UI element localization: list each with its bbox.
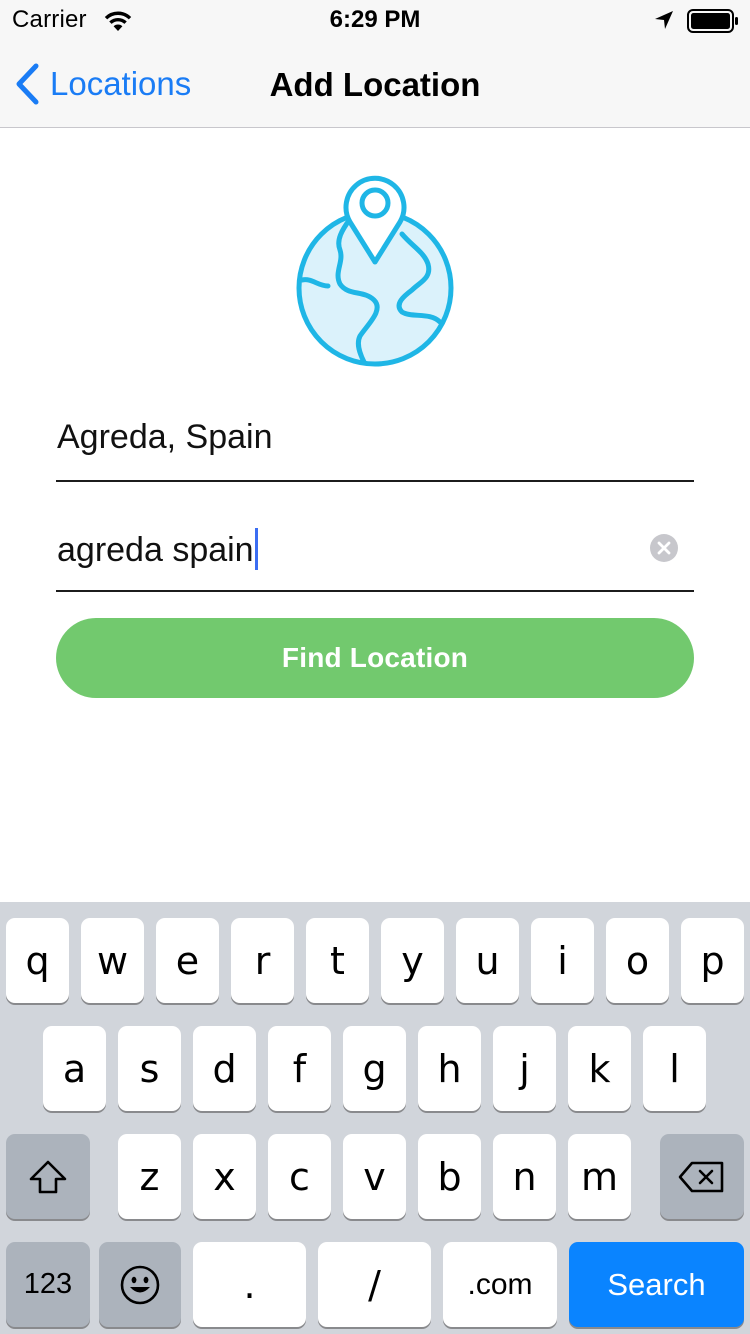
key-x[interactable]: x	[193, 1134, 256, 1219]
key-y[interactable]: y	[381, 918, 444, 1003]
search-input-value: agreda spain	[57, 531, 254, 569]
key-u[interactable]: u	[456, 918, 519, 1003]
find-location-button[interactable]: Find Location	[56, 618, 694, 698]
key-m[interactable]: m	[568, 1134, 631, 1219]
key-j[interactable]: j	[493, 1026, 556, 1111]
status-time: 6:29 PM	[329, 6, 421, 33]
key-q[interactable]: q	[6, 918, 69, 1003]
key-c[interactable]: c	[268, 1134, 331, 1219]
shift-key[interactable]	[6, 1134, 90, 1219]
emoji-key[interactable]	[99, 1242, 181, 1327]
delete-icon	[678, 1161, 724, 1192]
key-b[interactable]: b	[418, 1134, 481, 1219]
key-o[interactable]: o	[606, 918, 669, 1003]
search-return-key[interactable]: Search	[569, 1242, 744, 1327]
location-name-field[interactable]: Agreda, Spain	[56, 408, 694, 482]
key-z[interactable]: z	[118, 1134, 181, 1219]
key-l[interactable]: l	[643, 1026, 706, 1111]
text-caret	[254, 528, 258, 570]
numbers-key[interactable]: 123	[6, 1242, 90, 1327]
status-bar: Carrier 6:29 PM	[0, 0, 750, 40]
battery-icon	[687, 9, 738, 33]
key-i[interactable]: i	[531, 918, 594, 1003]
key-v[interactable]: v	[343, 1134, 406, 1219]
location-arrow-icon	[655, 11, 673, 29]
key-r[interactable]: r	[231, 918, 294, 1003]
period-key[interactable]: .	[193, 1242, 306, 1327]
location-name-value: Agreda, Spain	[57, 418, 273, 456]
key-g[interactable]: g	[343, 1026, 406, 1111]
key-t[interactable]: t	[306, 918, 369, 1003]
delete-key[interactable]	[660, 1134, 744, 1219]
key-k[interactable]: k	[568, 1026, 631, 1111]
search-input-text: agreda spain	[57, 528, 258, 570]
key-n[interactable]: n	[493, 1134, 556, 1219]
key-f[interactable]: f	[268, 1026, 331, 1111]
find-location-button-label: Find Location	[281, 642, 469, 673]
key-d[interactable]: d	[193, 1026, 256, 1111]
key-s[interactable]: s	[118, 1026, 181, 1111]
globe-pin-icon	[296, 175, 454, 367]
keyboard: q w e r t y u i o p a s d f g h j k l z …	[0, 902, 750, 1334]
shift-icon	[29, 1160, 67, 1193]
page-title: Add Location	[269, 66, 481, 103]
slash-key[interactable]: /	[318, 1242, 431, 1327]
dotcom-key[interactable]: .com	[443, 1242, 557, 1327]
key-h[interactable]: h	[418, 1026, 481, 1111]
key-a[interactable]: a	[43, 1026, 106, 1111]
emoji-icon	[120, 1265, 160, 1304]
navigation-bar: Locations Add Location	[0, 40, 750, 128]
key-p[interactable]: p	[681, 918, 744, 1003]
clear-text-icon[interactable]	[650, 534, 678, 562]
key-w[interactable]: w	[81, 918, 144, 1003]
search-input[interactable]: agreda spain	[56, 518, 694, 592]
key-e[interactable]: e	[156, 918, 219, 1003]
